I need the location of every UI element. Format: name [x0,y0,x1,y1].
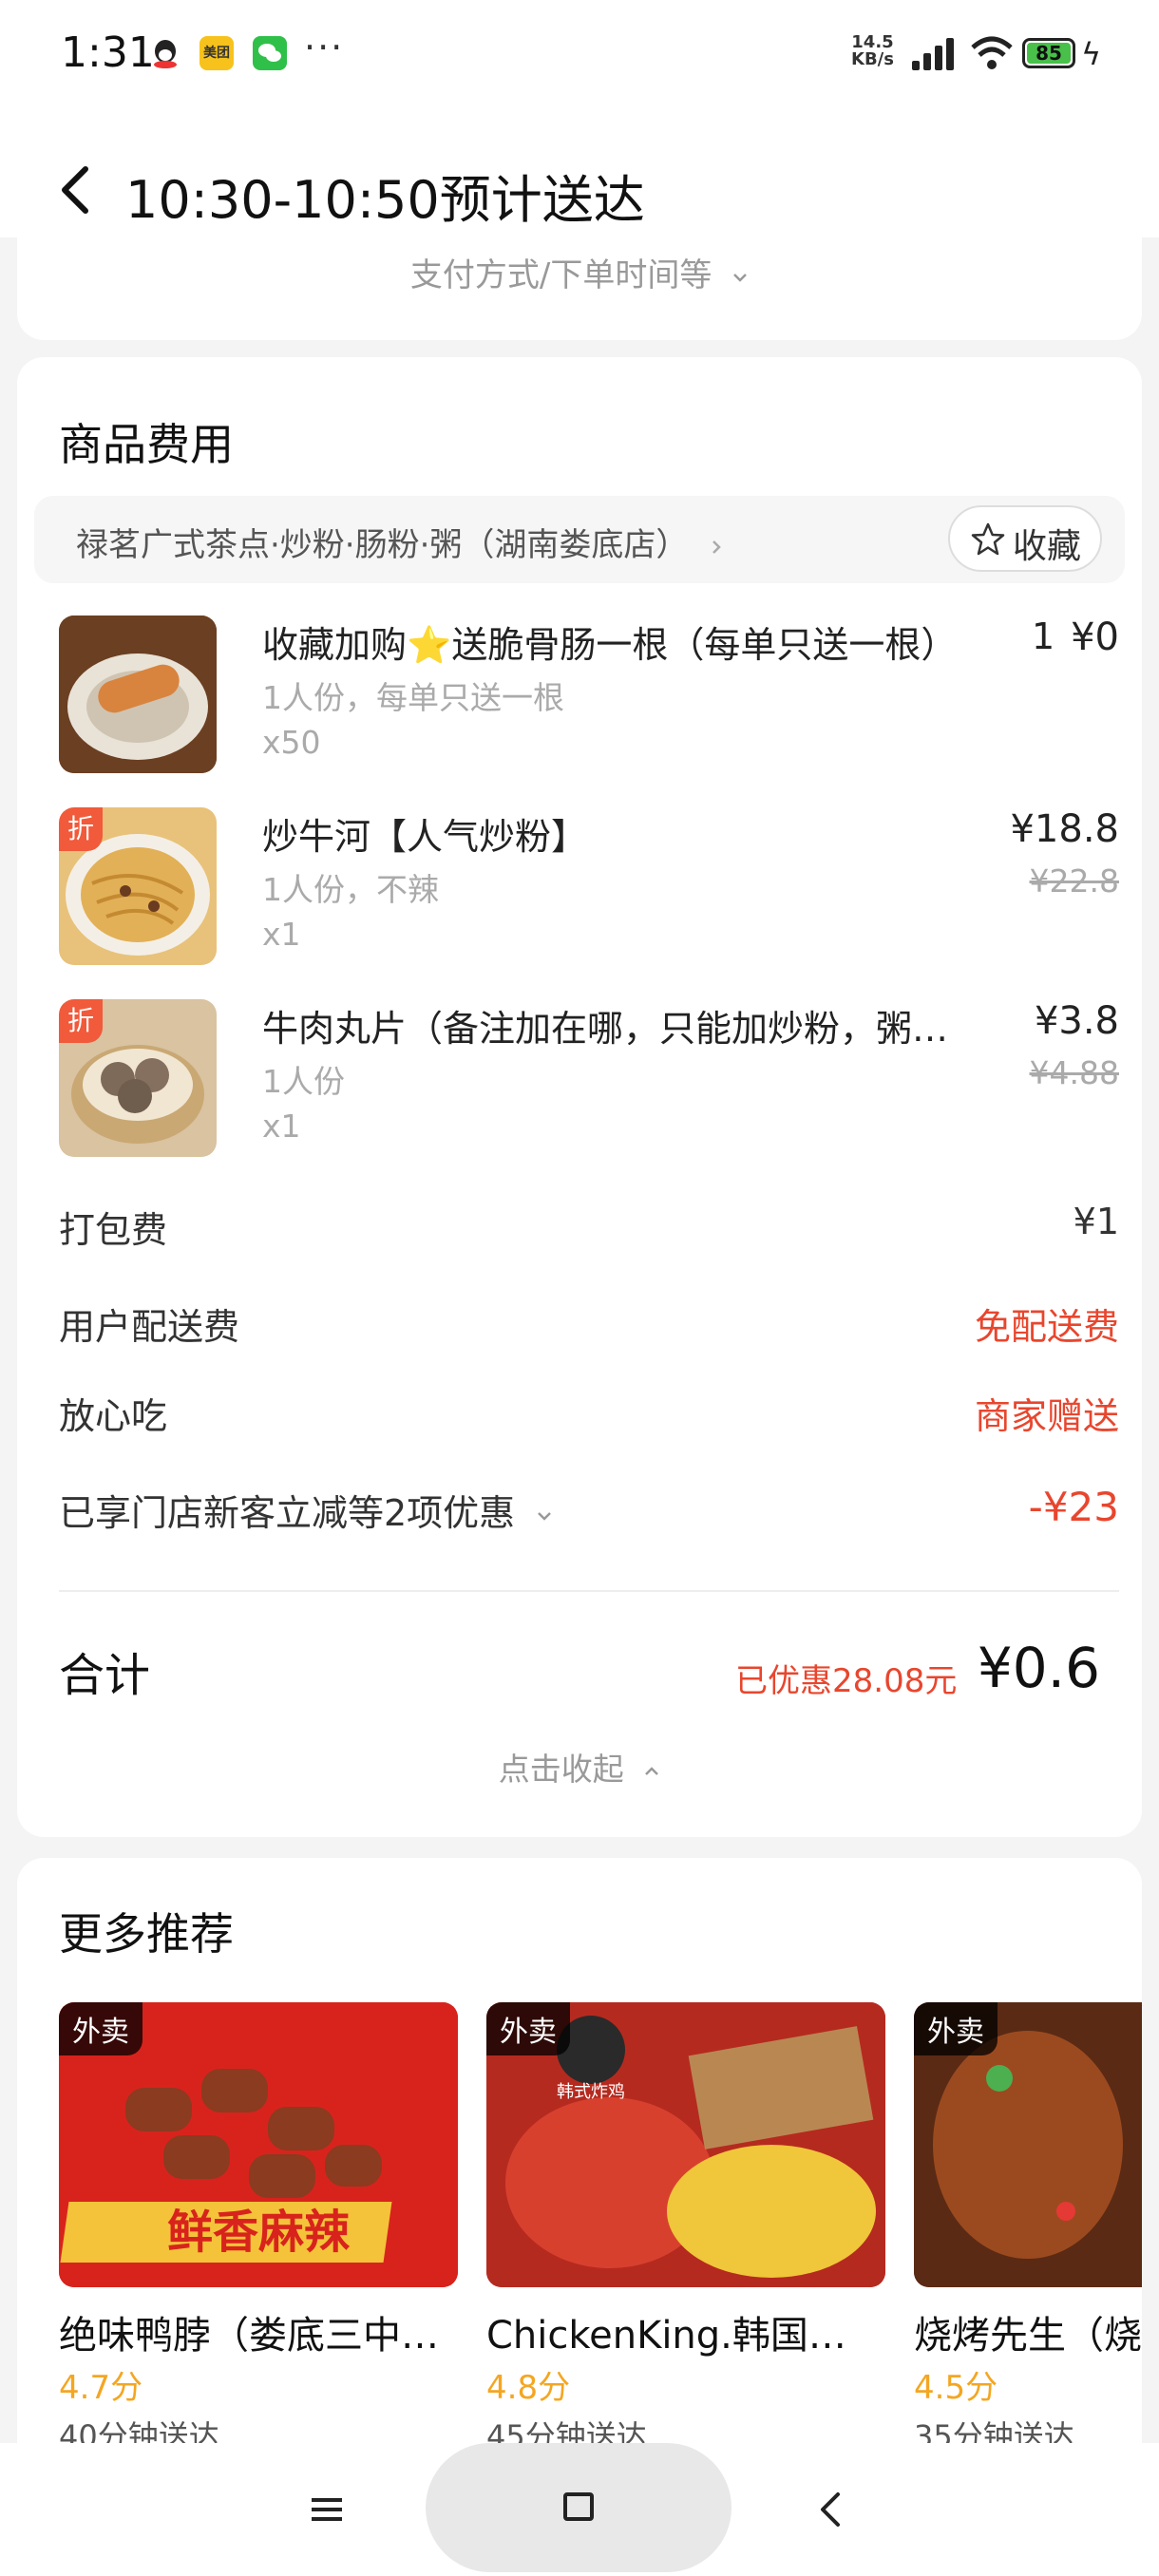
favorite-button[interactable]: 收藏 [948,505,1102,572]
collapse-label: 点击收起 [498,1751,624,1788]
chevron-up-icon [645,1766,659,1775]
recommend-time: 45分钟送达 [486,2418,647,2447]
recommend-image-text: 鲜香麻辣 [167,2206,351,2259]
discount-toggle[interactable]: 已享门店新客立减等2项优惠 [59,1484,553,1536]
qq-icon [148,36,182,70]
network-speed: 14.5 KB/s [851,34,894,68]
item-name: 收藏加购⭐送脆骨肠一根（每单只送一根） [262,624,958,666]
divider [59,1590,1119,1592]
recommend-tag: 外卖 [59,2002,142,2055]
item-spec: 1人份 [262,1063,345,1100]
recommend-name: ChickenKing.韩国… [486,2314,846,2358]
home-icon [563,2492,594,2521]
recommend-tag: 外卖 [486,2002,570,2055]
recent-apps-icon[interactable] [310,2492,344,2527]
chevron-right-icon [712,540,722,554]
item-image-fried-noodles: 折 [59,807,217,965]
product-fee-card: 商品费用 禄茗广式茶点·炒粉·肠粉·粥（湖南娄底店） 收藏 收藏加购⭐送脆骨肠一… [17,357,1142,1837]
packaging-fee-row: 打包费 ¥1 [59,1201,1119,1258]
item-name: 炒牛河【人气炒粉】 [262,816,588,858]
section-title: 更多推荐 [59,1908,234,1960]
order-item: 收藏加购⭐送脆骨肠一根（每单只送一根） 1 ¥0 1人份，每单只送一根 x50 [59,616,1119,777]
item-price: ¥18.8 [1010,807,1119,851]
order-info-card: 支付方式/下单时间等 [17,237,1142,340]
recommend-card: 更多推荐 鲜香麻辣 外卖 绝味鸭脖（娄底三中… 4.7分 40分钟送达 韩式炸鸡… [17,1858,1142,2447]
discount-badge: 折 [59,999,103,1043]
network-speed-unit: KB/s [851,49,894,69]
recommend-item[interactable]: 韩式炸鸡 外卖 ChickenKing.韩国… 4.8分 45分钟送达 [486,2002,885,2447]
delivery-fee-row: 用户配送费 免配送费 [59,1297,1119,1354]
recommend-item[interactable]: 外卖 烧烤先生（烧 4.5分 35分钟送达 [914,2002,1142,2447]
battery-icon: 85 [1022,38,1075,68]
total-value: ¥0.6 [977,1636,1100,1700]
star-icon [971,522,1005,556]
recommend-image: 韩式炸鸡 外卖 [486,2002,885,2287]
more-notifications-icon: ··· [304,27,345,68]
recommend-image: 鲜香麻辣 外卖 [59,2002,458,2287]
fee-label: 打包费 [59,1209,168,1251]
recommend-time: 40分钟送达 [59,2418,219,2447]
item-image-beef-balls: 折 [59,999,217,1157]
item-price: ¥3.8 [1034,999,1119,1043]
total-label: 合计 [59,1649,151,1702]
order-item: 折 牛肉丸片（备注加在哪，只能加炒粉，粥… ¥3.8 ¥4.88 1人份 x1 [59,999,1119,1161]
recommend-name: 绝味鸭脖（娄底三中… [59,2314,439,2358]
signal-icon [912,38,958,70]
item-quantity: x1 [262,1108,301,1145]
recommend-score: 4.7分 [59,2369,143,2407]
favorite-label: 收藏 [1013,527,1082,566]
fee-value: 免配送费 [974,1306,1119,1348]
recommend-tag: 外卖 [914,2002,998,2055]
fee-value: ¥1 [1073,1201,1119,1242]
charging-icon: ϟ [1081,36,1102,72]
item-original-price: ¥22.8 [1029,862,1119,900]
item-spec: 1人份，每单只送一根 [262,679,564,716]
discount-row[interactable]: 已享门店新客立减等2项优惠 -¥23 [59,1484,1119,1541]
section-title: 商品费用 [59,419,234,470]
fee-label: 放心吃 [59,1395,168,1437]
order-item: 折 炒牛河【人气炒粉】 ¥18.8 ¥22.8 1人份，不辣 x1 [59,807,1119,969]
saved-amount: 已优惠28.08元 [735,1662,958,1700]
discount-value: -¥23 [1028,1484,1119,1530]
home-button[interactable] [426,2443,732,2572]
chevron-down-icon [538,1511,552,1521]
discount-badge: 折 [59,807,103,851]
fee-label: 用户配送费 [59,1306,240,1348]
wifi-icon [969,34,1015,72]
chevron-down-icon [733,273,748,282]
clock: 1:31 [61,28,155,77]
recommend-name: 烧烤先生（烧 [914,2314,1142,2358]
recommend-time: 35分钟送达 [914,2418,1074,2447]
wechat-icon [253,36,287,70]
status-bar: 1:31 美团 ··· 14.5 KB/s 85 ϟ [0,0,1159,114]
item-spec: 1人份，不辣 [262,871,439,908]
back-icon[interactable] [57,161,95,218]
page-title: 10:30-10:50预计送达 [125,170,645,230]
payment-details-toggle[interactable]: 支付方式/下单时间等 [17,249,1142,295]
payment-details-label: 支付方式/下单时间等 [409,256,712,294]
discount-label: 已享门店新客立减等2项优惠 [59,1492,516,1534]
item-quantity: x50 [262,724,321,761]
battery-level: 85 [1027,43,1071,64]
item-count: 1 [1032,616,1055,657]
item-image-sausage [59,616,217,773]
recommend-score: 4.5分 [914,2369,998,2407]
store-name-label: 禄茗广式茶点·炒粉·肠粉·粥（湖南娄底店） [76,526,689,564]
item-price: ¥0 [1071,616,1119,659]
item-original-price: ¥4.88 [1029,1054,1119,1091]
recommend-image: 外卖 [914,2002,1142,2287]
recommend-score: 4.8分 [486,2369,571,2407]
recommend-image-text: 韩式炸鸡 [557,2082,625,2102]
fee-value: 商家赠送 [974,1395,1119,1437]
meituan-icon: 美团 [200,36,234,70]
store-bar[interactable]: 禄茗广式茶点·炒粉·肠粉·粥（湖南娄底店） 收藏 [34,496,1125,583]
recommend-item[interactable]: 鲜香麻辣 外卖 绝味鸭脖（娄底三中… 4.7分 40分钟送达 [59,2002,458,2447]
item-quantity: x1 [262,916,301,953]
food-safety-row: 放心吃 商家赠送 [59,1387,1119,1444]
item-name: 牛肉丸片（备注加在哪，只能加炒粉，粥… [262,1008,949,1050]
nav-back-icon[interactable] [819,2491,842,2529]
store-name[interactable]: 禄茗广式茶点·炒粉·肠粉·粥（湖南娄底店） [76,519,725,565]
collapse-toggle[interactable]: 点击收起 [17,1744,1142,1790]
